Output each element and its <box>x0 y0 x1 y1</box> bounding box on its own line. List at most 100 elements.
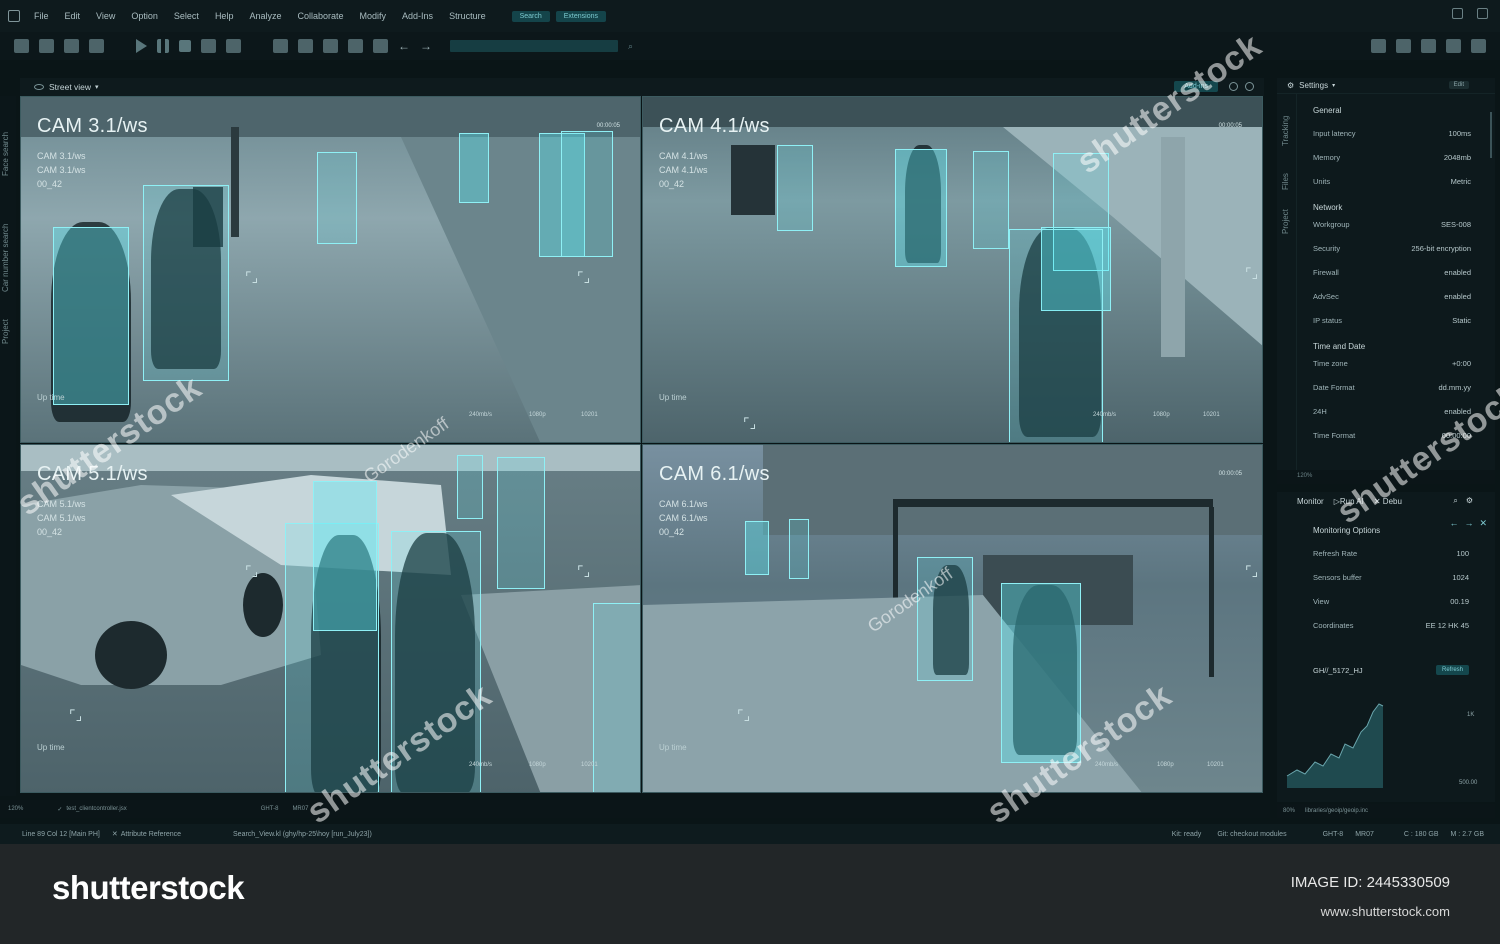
attribute-reference[interactable]: Attribute Reference <box>121 831 181 838</box>
tab-monitor[interactable]: Monitor <box>1297 497 1324 506</box>
detection-box[interactable] <box>777 145 813 231</box>
detection-box[interactable] <box>317 152 357 244</box>
monitor-row[interactable]: Sensors buffer 1024 <box>1313 573 1469 597</box>
settings-title[interactable]: Settings <box>1299 81 1328 90</box>
detection-box[interactable] <box>53 227 129 405</box>
forward-arrow-icon[interactable]: → <box>420 39 432 53</box>
tab-debug[interactable]: ✕ Debu <box>1374 497 1402 506</box>
setting-row[interactable]: Workgroup SES-008 <box>1313 220 1471 244</box>
camera-feed-6-1[interactable]: CAM 6.1/ws CAM 6.1/ws CAM 6.1/ws 00_42 0… <box>642 444 1263 793</box>
menu-file[interactable]: File <box>34 11 49 21</box>
stop-icon[interactable] <box>179 40 191 52</box>
camera-feed-3-1[interactable]: CAM 3.1/ws CAM 3.1/ws CAM 3.1/ws 00_42 0… <box>20 96 641 443</box>
tab-face-search[interactable]: Face search <box>1 132 10 176</box>
tab-car-number-search[interactable]: Car number search <box>1 224 10 292</box>
menu-view[interactable]: View <box>96 11 115 21</box>
search-icon[interactable]: ⌕ <box>628 41 633 52</box>
close-icon[interactable]: ✕ <box>1479 518 1487 529</box>
detection-box[interactable] <box>561 131 613 257</box>
detection-box[interactable] <box>895 149 947 267</box>
detection-box[interactable] <box>917 557 973 681</box>
search-pill[interactable]: Search <box>511 10 550 22</box>
zoom-label[interactable]: 120% <box>8 806 23 812</box>
detection-box[interactable] <box>593 603 640 792</box>
search-icon[interactable]: ⌕ <box>1453 496 1457 506</box>
setting-row[interactable]: 24H enabled <box>1313 407 1471 431</box>
play-icon[interactable] <box>136 39 147 53</box>
scrollbar[interactable] <box>1490 112 1492 158</box>
split-icon[interactable] <box>1446 39 1461 53</box>
menu-modify[interactable]: Modify <box>360 11 387 21</box>
chevron-down-icon[interactable]: ▾ <box>95 83 99 91</box>
setting-row[interactable]: Date Format dd.mm.yy <box>1313 383 1471 407</box>
setting-row[interactable]: AdvSec enabled <box>1313 292 1471 316</box>
setting-row[interactable]: Time zone +0:00 <box>1313 359 1471 383</box>
copy-icon[interactable] <box>298 39 313 53</box>
import-icon[interactable] <box>348 39 363 53</box>
detection-box[interactable] <box>497 457 545 589</box>
setting-row[interactable]: Memory 2048mb <box>1313 153 1471 177</box>
tab-street-view[interactable]: Street view <box>49 82 91 92</box>
menu-collaborate[interactable]: Collaborate <box>297 11 343 21</box>
upload-icon[interactable] <box>1396 39 1411 53</box>
tab-run-ai[interactable]: ▷Run AI <box>1334 497 1364 506</box>
loop-icon[interactable] <box>201 39 216 53</box>
menu-analyze[interactable]: Analyze <box>249 11 281 21</box>
git-status[interactable]: Git: checkout modules <box>1217 831 1286 838</box>
detection-box[interactable] <box>745 521 769 575</box>
addins-button[interactable]: Add-ins <box>1174 81 1218 92</box>
layout-icon[interactable] <box>273 39 288 53</box>
camera-feed-4-1[interactable]: CAM 4.1/ws CAM 4.1/ws CAM 4.1/ws 00_42 0… <box>642 96 1263 443</box>
file-label[interactable]: libraries/geoip/geoip.inc <box>1305 808 1368 814</box>
cursor-icon[interactable] <box>226 39 241 53</box>
tab-tracking[interactable]: Tracking <box>1281 116 1290 146</box>
search-path[interactable]: Search_View.kl (ghy/hp-25\hoy [run_July2… <box>233 831 372 838</box>
app-icon[interactable] <box>8 10 20 22</box>
detection-box[interactable] <box>457 455 483 519</box>
detection-box[interactable] <box>459 133 489 203</box>
menu-help[interactable]: Help <box>215 11 234 21</box>
maximize-icon[interactable] <box>1477 8 1488 19</box>
search-input[interactable] <box>450 40 618 52</box>
gear-icon[interactable]: ⚙ <box>1466 496 1473 506</box>
add-panel-icon[interactable] <box>1421 39 1436 53</box>
menu-structure[interactable]: Structure <box>449 11 486 21</box>
detection-box[interactable] <box>391 531 481 792</box>
detection-box[interactable] <box>1009 229 1103 442</box>
chevron-down-icon[interactable]: ▾ <box>1332 82 1335 89</box>
setting-row[interactable]: IP status Static <box>1313 316 1471 340</box>
monitor-row[interactable]: View 00.19 <box>1313 597 1469 621</box>
menu-add-ins[interactable]: Add-Ins <box>402 11 433 21</box>
edit-button[interactable]: Edit <box>1448 81 1469 89</box>
tab-project[interactable]: Project <box>1 319 10 344</box>
zoom-label[interactable]: 120% <box>1297 473 1312 479</box>
levels-icon[interactable] <box>89 39 104 53</box>
gear-icon[interactable] <box>1245 82 1254 91</box>
camera-feed-5-1[interactable]: CAM 5.1/ws CAM 5.1/ws CAM 5.1/ws 00_42 ⌜… <box>20 444 641 793</box>
setting-row[interactable]: Time Format 00:00:00 <box>1313 431 1471 455</box>
download-icon[interactable] <box>1371 39 1386 53</box>
save-icon[interactable] <box>64 39 79 53</box>
trash-icon[interactable] <box>1471 39 1486 53</box>
menu-edit[interactable]: Edit <box>65 11 81 21</box>
detection-box[interactable] <box>143 185 229 381</box>
tab-files[interactable]: Files <box>1281 173 1290 190</box>
pause-icon[interactable] <box>157 39 169 53</box>
edit-icon[interactable] <box>39 39 54 53</box>
search-icon[interactable] <box>1229 82 1238 91</box>
detection-box[interactable] <box>789 519 809 579</box>
menu-select[interactable]: Select <box>174 11 199 21</box>
monitor-row[interactable]: Refresh Rate 100 <box>1313 549 1469 573</box>
setting-row[interactable]: Security 256-bit encryption <box>1313 244 1471 268</box>
setting-row[interactable]: Firewall enabled <box>1313 268 1471 292</box>
minimize-icon[interactable] <box>1452 8 1463 19</box>
detection-box[interactable] <box>1001 583 1081 763</box>
tab-project[interactable]: Project <box>1281 209 1290 234</box>
file-label[interactable]: test_clientcontroller.jsx <box>66 806 126 812</box>
detection-box[interactable] <box>313 481 377 631</box>
home-icon[interactable] <box>14 39 29 53</box>
setting-row[interactable]: Units Metric <box>1313 177 1471 201</box>
refresh-button[interactable]: Refresh <box>1435 665 1469 675</box>
extensions-pill[interactable]: Extensions <box>555 10 607 22</box>
setting-row[interactable]: Input latency 100ms <box>1313 129 1471 153</box>
